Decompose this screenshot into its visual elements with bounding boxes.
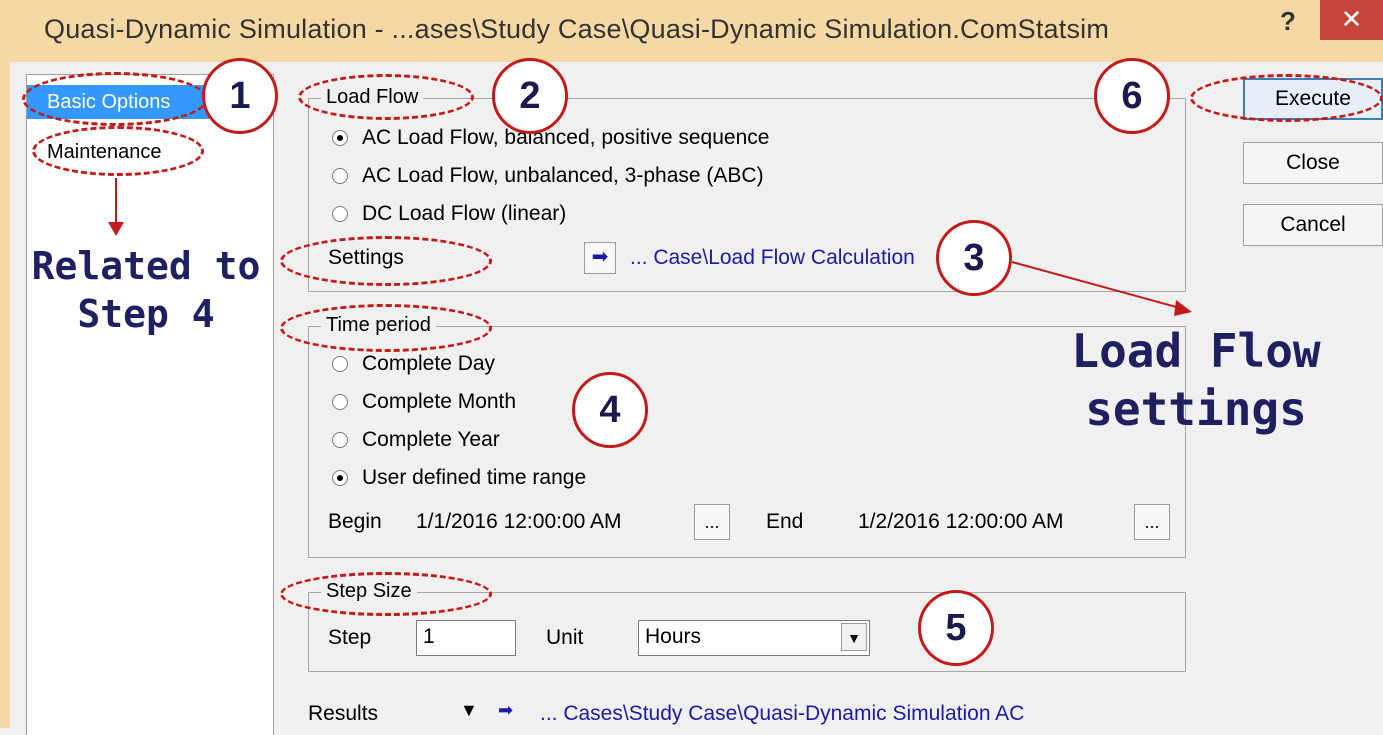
radio-complete-year[interactable]: Complete Year [332,428,500,452]
unit-select[interactable]: Hours ▼ [638,620,870,656]
radio-label: User defined time range [362,466,587,489]
title-bar: Quasi-Dynamic Simulation - ...ases\Study… [0,0,1383,62]
begin-label: Begin [328,510,382,533]
radio-complete-day[interactable]: Complete Day [332,352,495,376]
settings-link[interactable]: ... Case\Load Flow Calculation [630,246,915,270]
results-label: Results [308,702,379,725]
results-link[interactable]: ... Cases\Study Case\Quasi-Dynamic Simul… [540,702,1024,726]
note-line: Step 4 [77,292,215,336]
close-button[interactable]: Close [1243,142,1383,184]
window-close-button[interactable]: ✕ [1320,0,1383,40]
settings-label: Settings [328,246,404,269]
radio-dc-linear[interactable]: DC Load Flow (linear) [332,202,566,226]
end-picker-button[interactable]: ... [1134,504,1170,540]
load-flow-legend: Load Flow [321,86,424,109]
step-size-legend: Step Size [321,580,417,603]
step-input[interactable]: 1 [416,620,516,656]
unit-select-value: Hours [645,625,702,648]
radio-ac-balanced[interactable]: AC Load Flow, balanced, positive sequenc… [332,126,769,150]
radio-dot [332,470,348,486]
radio-label: DC Load Flow (linear) [362,202,567,225]
unit-label: Unit [546,626,584,649]
annotation-marker-4: 4 [572,372,648,448]
radio-label: AC Load Flow, unbalanced, 3-phase (ABC) [362,164,764,187]
sidebar-item-maintenance[interactable]: Maintenance [27,135,227,169]
annotation-marker-2: 2 [492,58,568,134]
radio-dot [332,356,348,372]
execute-button[interactable]: Execute [1243,78,1383,120]
radio-label: AC Load Flow, balanced, positive sequenc… [362,126,770,149]
step-label: Step [328,626,372,649]
window-title: Quasi-Dynamic Simulation - ...ases\Study… [44,14,1110,44]
settings-jump-button[interactable]: ➡ [584,242,616,274]
radio-dot [332,432,348,448]
note-line: Load Flow [1071,324,1321,378]
annotation-marker-1: 1 [202,58,278,134]
radio-label: Complete Year [362,428,500,451]
time-period-legend: Time period [321,314,436,337]
options-sidebar: Basic Options Maintenance [26,74,274,735]
annotation-marker-5: 5 [918,590,994,666]
results-dropdown-button[interactable]: ▼ [460,700,478,721]
cancel-button[interactable]: Cancel [1243,204,1383,246]
annotation-marker-6: 6 [1094,58,1170,134]
radio-dot [332,206,348,222]
chevron-down-icon[interactable]: ▼ [841,623,867,651]
annotation-note-step4: Related to Step 4 [18,242,274,338]
begin-picker-button[interactable]: ... [694,504,730,540]
window-frame [0,62,10,728]
radio-dot [332,168,348,184]
radio-dot [332,130,348,146]
results-jump-button[interactable]: ➡ [498,700,513,721]
annotation-marker-3: 3 [936,220,1012,296]
radio-dot [332,394,348,410]
end-label: End [766,510,804,533]
note-line: settings [1085,382,1307,436]
annotation-note-load-flow: Load Flow settings [1060,322,1332,438]
radio-ac-unbalanced[interactable]: AC Load Flow, unbalanced, 3-phase (ABC) [332,164,764,188]
begin-value: 1/1/2016 12:00:00 AM [416,510,622,533]
radio-label: Complete Day [362,352,496,375]
help-button[interactable]: ? [1280,6,1296,37]
sidebar-item-basic-options[interactable]: Basic Options [27,85,209,119]
radio-user-defined[interactable]: User defined time range [332,466,586,490]
radio-label: Complete Month [362,390,517,413]
note-line: Related to [31,244,261,288]
end-value: 1/2/2016 12:00:00 AM [858,510,1064,533]
radio-complete-month[interactable]: Complete Month [332,390,516,414]
